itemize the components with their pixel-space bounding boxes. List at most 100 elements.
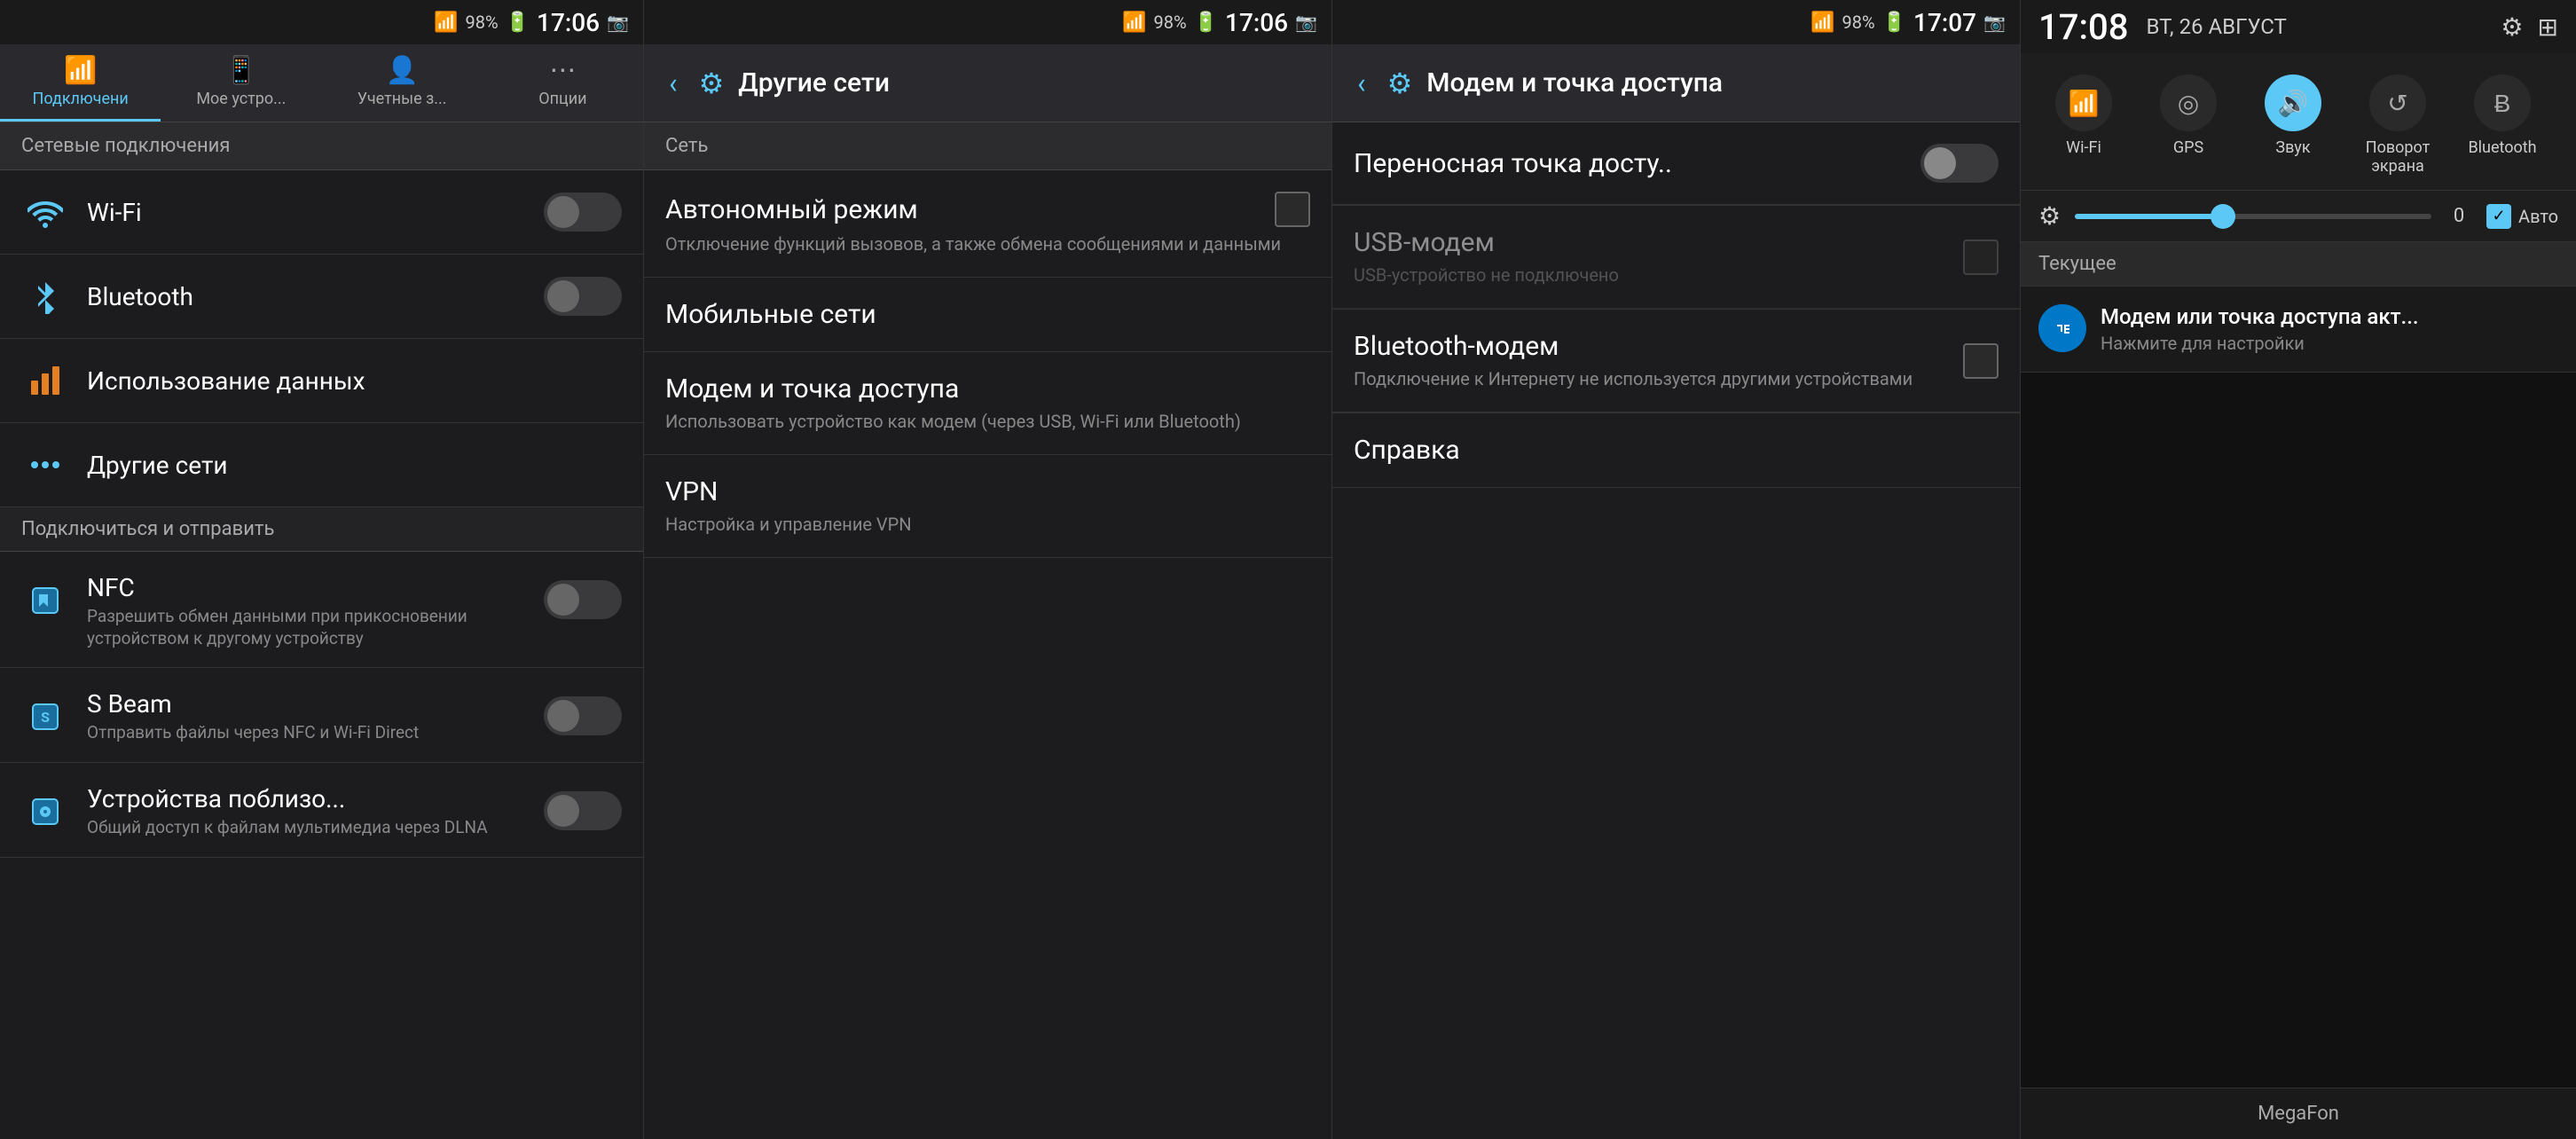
panel-notifications: 17:08 ВТ, 26 АВГУСТ ⚙ ⊞ 📶 Wi-Fi ◎ GPS 🔊 … bbox=[2021, 0, 2576, 1139]
time-label: 17:06 bbox=[537, 8, 600, 37]
notif-app-icon bbox=[2038, 304, 2086, 352]
tab-bar: 📶 Подключени 📱 Мое устро... 👤 Учетные з.… bbox=[0, 44, 643, 122]
wifi-icon bbox=[21, 188, 69, 236]
settings-icon-2: ⚙ bbox=[699, 67, 725, 100]
brightness-fill bbox=[2075, 214, 2218, 219]
bluetooth-toggle-knob bbox=[547, 280, 579, 312]
time-label-2: 17:06 bbox=[1225, 8, 1288, 37]
wifi-toggle[interactable] bbox=[544, 192, 622, 232]
bluetooth-item[interactable]: Bluetooth bbox=[0, 255, 643, 339]
nfc-toggle[interactable] bbox=[544, 580, 622, 619]
quick-gps[interactable]: ◎ GPS bbox=[2140, 75, 2237, 157]
vpn-item[interactable]: VPN Настройка и управление VPN bbox=[644, 455, 1331, 558]
signal-icon: 📶 bbox=[434, 12, 458, 34]
connect-section-header: Подключиться и отправить bbox=[0, 507, 643, 552]
carrier-bar: MegaFon bbox=[2021, 1088, 2576, 1139]
status-bar-3: 📶 98% 🔋 17:07 📷 bbox=[1332, 0, 2020, 44]
modem-hotspot-item[interactable]: Модем и точка доступа Использовать устро… bbox=[644, 352, 1331, 455]
brightness-settings-icon[interactable]: ⚙ bbox=[2038, 201, 2061, 231]
battery-label-3: 98% bbox=[1842, 12, 1875, 33]
camera-icon-2: 📷 bbox=[1295, 12, 1317, 33]
status-bar-1: 📶 98% 🔋 17:06 📷 bbox=[0, 0, 643, 44]
notif-item[interactable]: Модем или точка доступа акт... Нажмите д… bbox=[2021, 287, 2576, 373]
settings-gear-icon[interactable]: ⚙ bbox=[2501, 12, 2523, 42]
quick-rotate-icon: ↺ bbox=[2369, 75, 2426, 131]
settings-icon-3: ⚙ bbox=[1387, 67, 1413, 100]
tab-connections[interactable]: 📶 Подключени bbox=[0, 44, 161, 122]
tab-device[interactable]: 📱 Мое устро... bbox=[161, 44, 321, 122]
grid-icon[interactable]: ⊞ bbox=[2538, 12, 2558, 42]
help-item[interactable]: Справка bbox=[1332, 413, 2020, 488]
panel-modem-hotspot: 📶 98% 🔋 17:07 📷 ‹ ⚙ Модем и точка доступ… bbox=[1332, 0, 2021, 1139]
tab-accounts[interactable]: 👤 Учетные з... bbox=[322, 44, 483, 122]
time-label-3: 17:07 bbox=[1913, 8, 1976, 37]
bluetooth-modem-item[interactable]: Bluetooth-модем Подключение к Интернету … bbox=[1332, 310, 2020, 412]
auto-brightness-check[interactable]: ✓ bbox=[2486, 204, 2511, 229]
quick-rotate[interactable]: ↺ Поворот экрана bbox=[2349, 75, 2446, 176]
tab-options[interactable]: ⋯ Опции bbox=[483, 44, 643, 122]
portable-hotspot-toggle[interactable] bbox=[1920, 144, 1999, 183]
wifi-item[interactable]: Wi-Fi bbox=[0, 170, 643, 255]
battery-label: 98% bbox=[466, 12, 499, 33]
quick-toggles-row: 📶 Wi-Fi ◎ GPS 🔊 Звук ↺ Поворот экрана Ƀ … bbox=[2021, 53, 2576, 191]
battery-icon-2: 🔋 bbox=[1194, 12, 1218, 34]
back-button-3[interactable]: ‹ bbox=[1350, 59, 1373, 107]
data-usage-text: Использование данных bbox=[87, 366, 622, 396]
status-bar-2: 📶 98% 🔋 17:06 📷 bbox=[644, 0, 1331, 44]
quick-bluetooth-icon: Ƀ bbox=[2474, 75, 2531, 131]
brightness-slider[interactable] bbox=[2075, 214, 2431, 219]
brightness-knob bbox=[2211, 204, 2235, 229]
battery-icon: 🔋 bbox=[506, 12, 530, 34]
svg-text:S: S bbox=[41, 710, 50, 727]
auto-brightness-row[interactable]: ✓ Авто bbox=[2486, 204, 2558, 229]
nearby-text: Устройства поблизо... Общий доступ к фай… bbox=[87, 784, 544, 839]
other-networks-text: Другие сети bbox=[87, 451, 622, 480]
bluetooth-modem-checkbox[interactable] bbox=[1963, 343, 1999, 379]
sbeam-item[interactable]: S S Beam Отправить файлы через NFC и Wi-… bbox=[0, 668, 643, 763]
options-icon: ⋯ bbox=[549, 55, 576, 86]
quick-wifi[interactable]: 📶 Wi-Fi bbox=[2035, 75, 2132, 157]
other-networks-item[interactable]: Другие сети bbox=[0, 423, 643, 507]
brightness-row: ⚙ 0 ✓ Авто bbox=[2021, 191, 2576, 242]
sbeam-text: S Beam Отправить файлы через NFC и Wi-Fi… bbox=[87, 689, 544, 744]
signal-icon-3: 📶 bbox=[1810, 12, 1834, 34]
connections-icon: 📶 bbox=[64, 55, 97, 86]
accounts-icon: 👤 bbox=[385, 55, 418, 86]
quick-sound[interactable]: 🔊 Звук bbox=[2244, 75, 2342, 157]
nearby-item[interactable]: Устройства поблизо... Общий доступ к фай… bbox=[0, 763, 643, 858]
usb-modem-checkbox bbox=[1963, 240, 1999, 275]
bluetooth-toggle[interactable] bbox=[544, 277, 622, 316]
bluetooth-icon bbox=[21, 272, 69, 320]
device-icon: 📱 bbox=[224, 55, 257, 86]
battery-label-2: 98% bbox=[1154, 12, 1187, 33]
notif-status-bar: 17:08 ВТ, 26 АВГУСТ ⚙ ⊞ bbox=[2021, 0, 2576, 53]
camera-icon: 📷 bbox=[607, 12, 629, 33]
camera-icon-3: 📷 bbox=[1983, 12, 2006, 33]
nfc-text: NFC Разрешить обмен данными при прикосно… bbox=[87, 573, 544, 649]
autonomous-checkbox[interactable] bbox=[1275, 192, 1310, 227]
back-button-2[interactable]: ‹ bbox=[662, 59, 685, 107]
mobile-networks-item[interactable]: Мобильные сети bbox=[644, 278, 1331, 352]
nearby-icon bbox=[21, 788, 69, 836]
panel-other-networks: 📶 98% 🔋 17:06 📷 ‹ ⚙ Другие сети Сеть Авт… bbox=[644, 0, 1332, 1139]
data-usage-icon bbox=[21, 357, 69, 405]
wifi-toggle-knob bbox=[547, 196, 579, 228]
other-networks-icon bbox=[21, 441, 69, 489]
portable-hotspot-item[interactable]: Переносная точка досту.. bbox=[1332, 122, 2020, 205]
sbeam-toggle[interactable] bbox=[544, 696, 622, 735]
notif-section-header: Текущее bbox=[2021, 242, 2576, 287]
data-usage-item[interactable]: Использование данных bbox=[0, 339, 643, 423]
nearby-toggle[interactable] bbox=[544, 791, 622, 830]
quick-bluetooth[interactable]: Ƀ Bluetooth bbox=[2454, 75, 2551, 157]
panel3-header: ‹ ⚙ Модем и точка доступа bbox=[1332, 44, 2020, 122]
usb-modem-item: USB-модем USB-устройство не подключено bbox=[1332, 206, 2020, 309]
quick-gps-icon: ◎ bbox=[2160, 75, 2217, 131]
notif-content: Модем или точка доступа акт... Нажмите д… bbox=[2101, 304, 2558, 354]
panel2-header: ‹ ⚙ Другие сети bbox=[644, 44, 1331, 122]
net-section: Сеть bbox=[644, 122, 1331, 170]
nfc-icon bbox=[21, 577, 69, 624]
wifi-text: Wi-Fi bbox=[87, 198, 544, 227]
network-section-header: Сетевые подключения bbox=[0, 122, 643, 170]
autonomous-mode-item[interactable]: Автономный режим Отключение функций вызо… bbox=[644, 170, 1331, 278]
nfc-item[interactable]: NFC Разрешить обмен данными при прикосно… bbox=[0, 552, 643, 668]
